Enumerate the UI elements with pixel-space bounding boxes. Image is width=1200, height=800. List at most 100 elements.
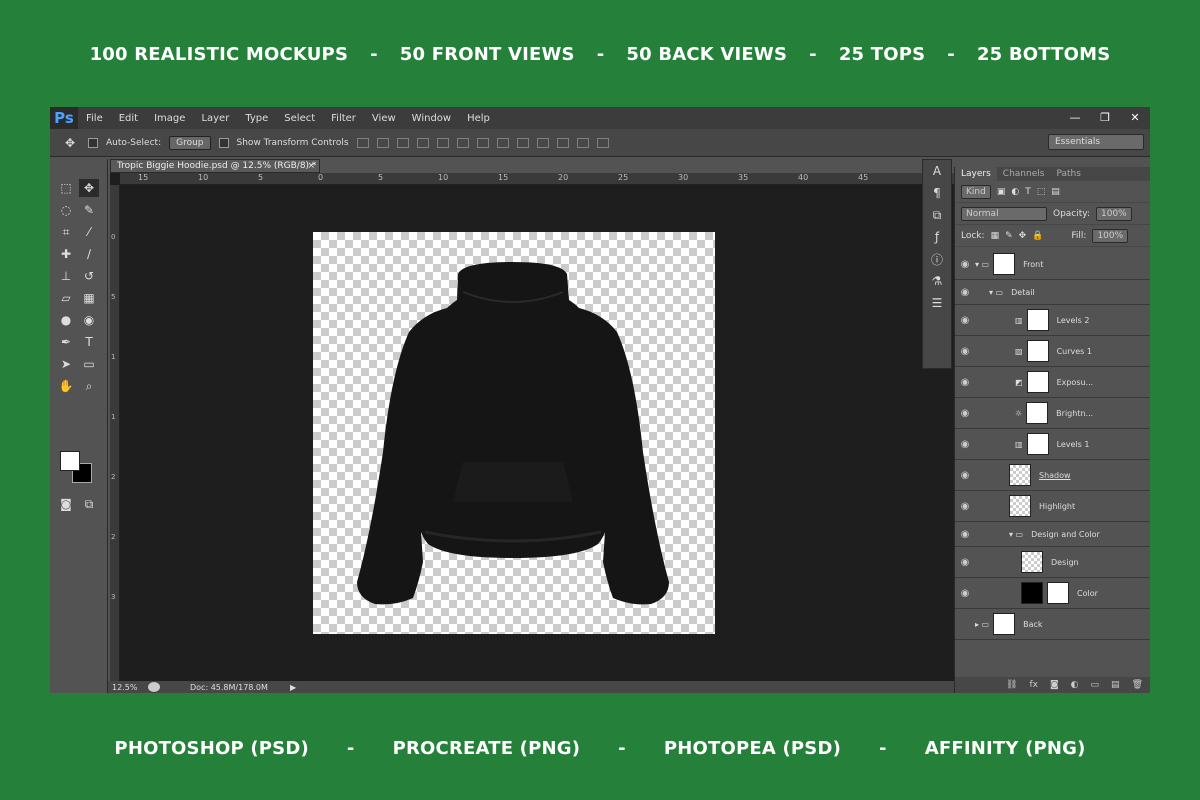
- info-panel-icon[interactable]: ⓘ: [923, 248, 951, 270]
- trash-icon[interactable]: 🗑: [1132, 680, 1143, 690]
- canvas-area[interactable]: 15 10 5 0 5 10 15 20 25 30 35 40 45 0 5 …: [110, 173, 958, 681]
- menu-filter[interactable]: Filter: [323, 113, 364, 124]
- eye-icon[interactable]: ◉: [955, 377, 975, 388]
- align-middle-icon[interactable]: [376, 137, 389, 148]
- layer-row[interactable]: ◉ ▨ Curves 1: [955, 336, 1150, 367]
- zoom-tool-icon[interactable]: ⌕: [79, 377, 99, 395]
- foreground-color-swatch[interactable]: [60, 451, 80, 471]
- menu-image[interactable]: Image: [146, 113, 193, 124]
- history-brush-icon[interactable]: ↺: [79, 267, 99, 285]
- distribute-bottom-icon[interactable]: [516, 137, 529, 148]
- filter-pixel-icon[interactable]: ▣: [997, 187, 1006, 197]
- restore-button[interactable]: ❐: [1091, 109, 1119, 125]
- character-panel-icon[interactable]: A: [923, 160, 951, 182]
- eye-icon[interactable]: ◉: [955, 287, 975, 298]
- layer-row[interactable]: ◉ ▾ ▭ Front: [955, 249, 1150, 280]
- eye-icon[interactable]: ◉: [955, 470, 975, 481]
- eye-icon[interactable]: ◉: [955, 259, 975, 270]
- align-bottom-icon[interactable]: [396, 137, 409, 148]
- adjustment-layer-icon[interactable]: ◐: [1071, 680, 1079, 690]
- eye-icon[interactable]: ◉: [955, 439, 975, 450]
- filter-smart-icon[interactable]: ▤: [1051, 187, 1060, 197]
- tab-layers[interactable]: Layers: [955, 167, 997, 181]
- opacity-field[interactable]: 100%: [1096, 206, 1132, 221]
- menu-select[interactable]: Select: [276, 113, 323, 124]
- distribute-top-icon[interactable]: [476, 137, 489, 148]
- menu-help[interactable]: Help: [459, 113, 498, 124]
- brush-tool-icon[interactable]: ∕: [79, 245, 99, 263]
- menu-layer[interactable]: Layer: [193, 113, 237, 124]
- stamp-tool-icon[interactable]: ⊥: [56, 267, 76, 285]
- filter-adjust-icon[interactable]: ◐: [1011, 187, 1019, 197]
- layer-row[interactable]: ◉ ☼ Brightn...: [955, 398, 1150, 429]
- distribute-center-icon[interactable]: [556, 137, 569, 148]
- fx-panel-icon[interactable]: ƒ: [923, 226, 951, 248]
- layer-row[interactable]: ◉ Design: [955, 547, 1150, 578]
- zoom-level[interactable]: 12.5%: [108, 683, 148, 692]
- quick-mask-icon[interactable]: ◙: [56, 495, 76, 513]
- type-tool-icon[interactable]: T: [79, 333, 99, 351]
- fill-field[interactable]: 100%: [1092, 228, 1129, 243]
- shape-tool-icon[interactable]: ▭: [79, 355, 99, 373]
- eye-icon[interactable]: ◉: [955, 408, 975, 419]
- show-transform-checkbox[interactable]: [218, 137, 229, 148]
- adjustments-panel-icon[interactable]: ⚗: [923, 270, 951, 292]
- menu-window[interactable]: Window: [404, 113, 459, 124]
- lasso-tool-icon[interactable]: ◌: [56, 201, 76, 219]
- layer-row[interactable]: ◉ ▥ Levels 2: [955, 305, 1150, 336]
- auto-select-checkbox[interactable]: [88, 137, 98, 148]
- pen-tool-icon[interactable]: ✒: [56, 333, 76, 351]
- distribute-left-icon[interactable]: [536, 137, 549, 148]
- healing-tool-icon[interactable]: ✚: [56, 245, 76, 263]
- align-left-icon[interactable]: [416, 137, 429, 148]
- blend-mode-dropdown[interactable]: Normal: [961, 206, 1047, 221]
- layer-row[interactable]: ▢ ▸ ▭ Back: [955, 609, 1150, 640]
- blur-tool-icon[interactable]: ●: [56, 311, 76, 329]
- menu-type[interactable]: Type: [237, 113, 276, 124]
- layer-row[interactable]: ◉ Highlight: [955, 491, 1150, 522]
- align-top-icon[interactable]: [356, 137, 369, 148]
- eye-hidden-icon[interactable]: ▢: [955, 619, 975, 630]
- kind-filter-dropdown[interactable]: Kind: [961, 184, 991, 199]
- workspace-dropdown[interactable]: Essentials: [1048, 134, 1144, 150]
- menu-view[interactable]: View: [364, 113, 404, 124]
- tab-channels[interactable]: Channels: [997, 167, 1051, 181]
- status-info-icon[interactable]: [148, 682, 160, 692]
- properties-panel-icon[interactable]: ☰: [923, 292, 951, 314]
- minimize-button[interactable]: —: [1061, 109, 1089, 125]
- screen-mode-icon[interactable]: ⧉: [79, 495, 99, 513]
- eye-icon[interactable]: ◉: [955, 588, 975, 599]
- filter-shape-icon[interactable]: ⬚: [1037, 187, 1046, 197]
- close-document-icon[interactable]: ×: [307, 160, 315, 172]
- eye-icon[interactable]: ◉: [955, 557, 975, 568]
- eye-icon[interactable]: ◉: [955, 346, 975, 357]
- menu-file[interactable]: File: [78, 113, 111, 124]
- link-layers-icon[interactable]: ⛓: [1006, 680, 1017, 690]
- hand-tool-icon[interactable]: ✋: [56, 377, 76, 395]
- distribute-middle-icon[interactable]: [496, 137, 509, 148]
- lock-position-icon[interactable]: ✥: [1019, 231, 1027, 241]
- move-tool-icon[interactable]: ✥: [79, 179, 99, 197]
- auto-select-dropdown[interactable]: Group: [169, 135, 211, 150]
- layer-row[interactable]: ◉ Shadow: [955, 460, 1150, 491]
- gradient-tool-icon[interactable]: ▦: [79, 289, 99, 307]
- lock-transparent-icon[interactable]: ▦: [991, 231, 1000, 241]
- add-mask-icon[interactable]: ◙: [1050, 680, 1059, 690]
- new-group-icon[interactable]: ▭: [1091, 680, 1100, 690]
- menu-edit[interactable]: Edit: [111, 113, 146, 124]
- eye-icon[interactable]: ◉: [955, 501, 975, 512]
- close-button[interactable]: ✕: [1121, 109, 1149, 125]
- eye-icon[interactable]: ◉: [955, 529, 975, 540]
- layer-row[interactable]: ◉ ▥ Levels 1: [955, 429, 1150, 460]
- align-center-icon[interactable]: [436, 137, 449, 148]
- layer-row[interactable]: ◉ ▾ ▭ Detail: [955, 280, 1150, 305]
- auto-align-icon[interactable]: [596, 137, 609, 148]
- layer-row[interactable]: ◉ ◩ Exposu...: [955, 367, 1150, 398]
- fx-icon[interactable]: fx: [1029, 680, 1038, 690]
- lock-pixels-icon[interactable]: ✎: [1005, 231, 1013, 241]
- filter-type-icon[interactable]: T: [1025, 187, 1031, 197]
- layer-row[interactable]: ◉ Color: [955, 578, 1150, 609]
- align-right-icon[interactable]: [456, 137, 469, 148]
- new-layer-icon[interactable]: ▤: [1111, 680, 1120, 690]
- transparent-artboard[interactable]: [313, 232, 715, 634]
